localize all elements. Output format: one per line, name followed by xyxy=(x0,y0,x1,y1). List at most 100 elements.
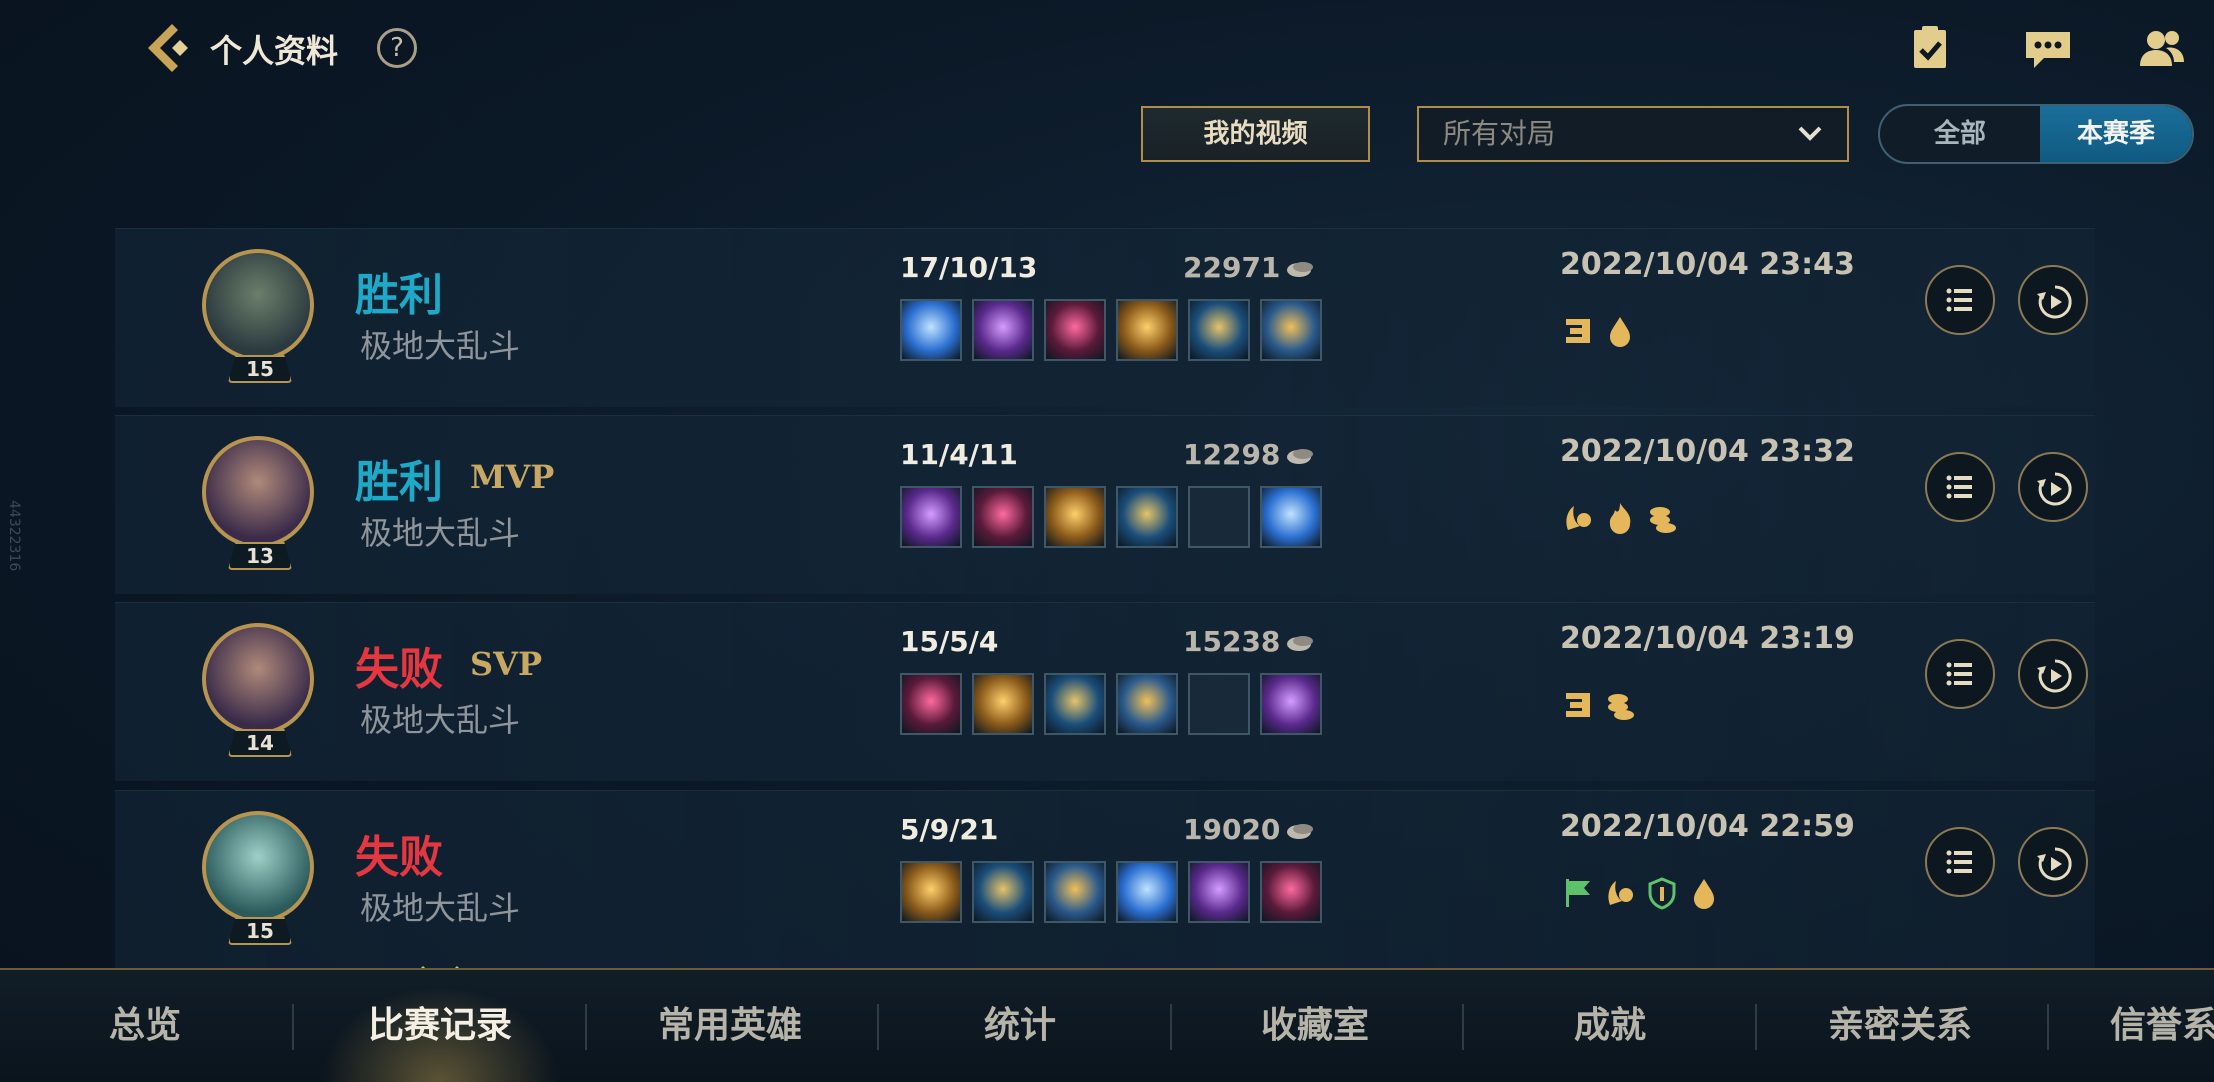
match-result: 失败 xyxy=(355,644,443,695)
gold-coin-icon xyxy=(1287,636,1313,651)
replay-button[interactable] xyxy=(2018,639,2088,709)
match-details-button[interactable] xyxy=(1925,639,1995,709)
replay-button[interactable] xyxy=(2018,452,2088,522)
gold-coin-icon xyxy=(1287,824,1313,839)
laurel-icon xyxy=(1566,506,1591,530)
item-dagger-icon[interactable] xyxy=(1044,299,1106,361)
match-type-value: 所有对局 xyxy=(1443,117,1556,150)
match-datetime: 2022/10/04 23:32 xyxy=(1560,434,1855,469)
match-result: 胜利 xyxy=(355,457,443,508)
tab-achievements[interactable]: 成就 xyxy=(1500,970,1720,1082)
honor-icons xyxy=(1560,875,1722,911)
back-arrow-icon[interactable] xyxy=(138,18,198,78)
replay-icon xyxy=(2037,285,2072,319)
item-winged-armor-icon[interactable] xyxy=(1116,299,1178,361)
empty-item-slot xyxy=(1188,486,1250,548)
match-details-button[interactable] xyxy=(1925,452,1995,522)
tab-honor[interactable]: 信誉系 xyxy=(2110,970,2214,1082)
my-videos-button[interactable]: 我的视频 xyxy=(1141,106,1370,162)
game-mode: 极地大乱斗 xyxy=(360,327,521,365)
item-boots-icon[interactable] xyxy=(1260,673,1322,735)
item-purple-blade-icon[interactable] xyxy=(972,486,1034,548)
match-row[interactable]: 13 胜利 MVP 极地大乱斗 11/4/11 12298 2022/10/04… xyxy=(115,415,2095,594)
item-purple-blade-icon[interactable] xyxy=(1116,673,1178,735)
toggle-all-option[interactable]: 全部 xyxy=(1880,106,2040,162)
item-spear-icon[interactable] xyxy=(900,486,962,548)
task-checklist-icon[interactable] xyxy=(1904,24,1956,72)
champion-level-badge: 13 xyxy=(228,542,292,570)
replay-icon xyxy=(2037,659,2072,693)
champion-avatar[interactable] xyxy=(202,623,314,735)
champion-avatar[interactable] xyxy=(202,249,314,361)
side-id-text: 44322316 xyxy=(6,500,22,572)
tab-match-history[interactable]: 比赛记录 xyxy=(300,970,580,1082)
item-spear-icon[interactable] xyxy=(900,673,962,735)
flag-icon xyxy=(1566,879,1590,907)
tab-overview[interactable]: 总览 xyxy=(60,970,230,1082)
game-mode: 极地大乱斗 xyxy=(360,514,521,552)
list-icon xyxy=(1946,475,1972,499)
match-details-button[interactable] xyxy=(1925,827,1995,897)
match-result: 失败 xyxy=(355,832,443,883)
game-mode: 极地大乱斗 xyxy=(360,701,521,739)
list-icon xyxy=(1946,850,1972,874)
item-sword-purple-icon[interactable] xyxy=(972,299,1034,361)
gold-earned: 22971 xyxy=(1183,251,1281,284)
item-cloak-icon[interactable] xyxy=(1116,486,1178,548)
triple-kill-icon xyxy=(1566,693,1590,717)
item-cannon-icon[interactable] xyxy=(1188,299,1250,361)
item-boots-icon[interactable] xyxy=(1260,299,1322,361)
friends-icon[interactable] xyxy=(2136,24,2188,72)
item-build xyxy=(900,673,1322,735)
item-sun-shield-icon[interactable] xyxy=(1260,861,1322,923)
tab-collection[interactable]: 收藏室 xyxy=(1200,970,1430,1082)
honor-icons xyxy=(1560,313,1638,349)
replay-button[interactable] xyxy=(2018,265,2088,335)
list-icon xyxy=(1946,288,1972,312)
match-datetime: 2022/10/04 22:59 xyxy=(1560,809,1855,844)
match-type-select[interactable]: 所有对局 xyxy=(1417,106,1849,162)
flame-drop-icon xyxy=(1610,317,1630,347)
performance-badge: SVP xyxy=(470,645,542,683)
kda-text: 17/10/13 xyxy=(900,251,1038,284)
item-golden-blade-icon[interactable] xyxy=(972,673,1034,735)
item-green-mask-icon[interactable] xyxy=(972,861,1034,923)
item-boots-icon[interactable] xyxy=(1260,486,1322,548)
toggle-season-option[interactable]: 本赛季 xyxy=(2040,106,2192,162)
gold-earned: 15238 xyxy=(1183,625,1281,658)
nav-divider xyxy=(1170,1004,1172,1050)
gold-earned: 19020 xyxy=(1183,813,1281,846)
champion-level-badge: 15 xyxy=(228,917,292,945)
help-icon[interactable]: ? xyxy=(377,28,417,68)
match-datetime: 2022/10/04 23:43 xyxy=(1560,247,1855,282)
empty-item-slot xyxy=(1188,673,1250,735)
tab-relationships[interactable]: 亲密关系 xyxy=(1790,970,2010,1082)
match-details-button[interactable] xyxy=(1925,265,1995,335)
item-armor-icon[interactable] xyxy=(1116,861,1178,923)
nav-divider xyxy=(2047,1004,2049,1050)
match-row[interactable]: 14 失败 SVP 极地大乱斗 15/5/4 15238 2022/10/04 … xyxy=(115,602,2095,781)
item-tome-icon[interactable] xyxy=(1044,861,1106,923)
champion-avatar[interactable] xyxy=(202,436,314,548)
champion-level-badge: 14 xyxy=(228,729,292,757)
item-spear-icon[interactable] xyxy=(900,299,962,361)
tab-statistics[interactable]: 统计 xyxy=(900,970,1140,1082)
champion-avatar[interactable] xyxy=(202,811,314,923)
laurel-icon xyxy=(1608,881,1633,905)
item-emerald-blade-icon[interactable] xyxy=(1044,486,1106,548)
item-dark-gem-icon[interactable] xyxy=(900,861,962,923)
match-result: 胜利 xyxy=(355,270,443,321)
season-toggle[interactable]: 全部 本赛季 xyxy=(1878,104,2194,164)
match-row[interactable]: 15 胜利 极地大乱斗 17/10/13 22971 2022/10/04 23… xyxy=(115,228,2095,407)
item-sun-orb-icon[interactable] xyxy=(1044,673,1106,735)
shield-icon xyxy=(1648,877,1676,910)
tab-favorite-champions[interactable]: 常用英雄 xyxy=(600,970,860,1082)
replay-button[interactable] xyxy=(2018,827,2088,897)
page-title: 个人资料 xyxy=(210,32,339,70)
kda-text: 5/9/21 xyxy=(900,813,999,846)
honor-icons xyxy=(1560,500,1680,536)
item-build xyxy=(900,861,1322,923)
match-row[interactable]: 15 失败 极地大乱斗 5/9/21 19020 2022/10/04 22:5… xyxy=(115,790,2095,969)
item-blue-armor-icon[interactable] xyxy=(1188,861,1250,923)
chat-icon[interactable] xyxy=(2022,24,2074,72)
